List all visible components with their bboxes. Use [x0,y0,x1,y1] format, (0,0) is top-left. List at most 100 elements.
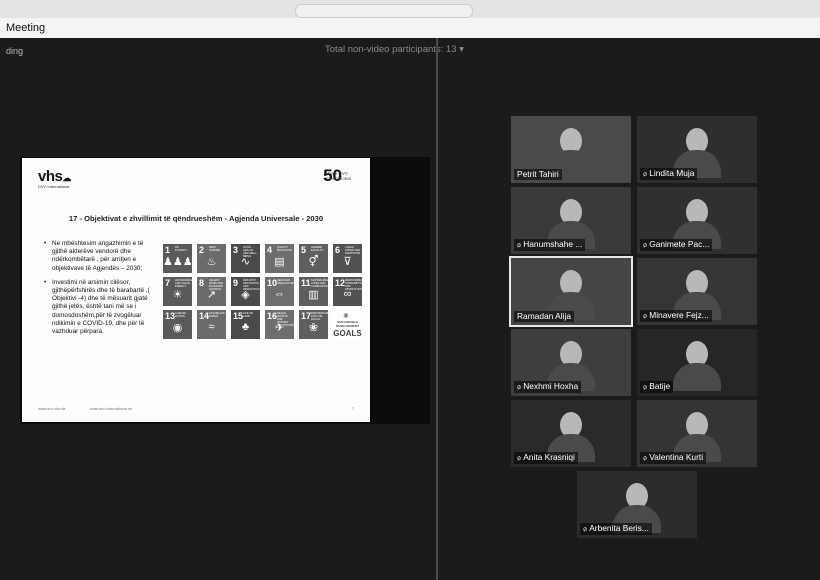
sdg-tile: 4 QUALITY EDUCATION ▤ [265,244,294,273]
sdg-tile: 16 PEACE, JUSTICE AND STRONG INSTITUTIONS… [265,310,295,339]
sdg-goal-icon: ↗ [206,289,217,301]
sdg-goal-icon: ◉ [172,322,183,334]
non-video-participants-toggle[interactable]: Total non-video participants: 13 ▾ [325,44,464,55]
sdg-label: SUSTAINABLE CITIES AND COMMUNITIES [311,279,330,288]
sdg-tile: 11 SUSTAINABLE CITIES AND COMMUNITIES ▥ [299,277,330,306]
sdg-label: GENDER EQUALITY [311,246,324,252]
sdg-number: 17 [301,311,312,321]
participant-tile[interactable]: ⌀Lindita Muja [637,116,757,183]
participant-name: Batije [649,381,671,391]
sdg-tile: 15 LIFE ON LAND ♣ [231,310,260,339]
browser-chrome [0,0,820,18]
sdg-tile: 10 REDUCED INEQUALITIES ⇔ [265,277,295,306]
participant-tile[interactable]: ⌀Nexhmi Hoxha [511,329,631,396]
participant-name-label: ⌀Arbenita Beris... [580,523,652,535]
sdg-label: NO POVERTY [175,246,188,252]
sdg-number: 6 [335,245,341,255]
participant-tile[interactable]: ⌀Arbenita Beris... [577,471,697,538]
sdg-tile: 8 DECENT WORK AND ECONOMIC GROWTH ↗ [197,277,226,306]
sdg-tile: 17 PARTNERSHIPS FOR THE GOALS ❀ [299,310,331,339]
sdg-number: 1 [165,245,171,255]
sdg-goal-icon: ⊽ [343,256,352,268]
mic-muted-icon: ⌀ [515,241,523,250]
sdg-label: PARTNERSHIPS FOR THE GOALS [311,312,331,321]
sdg-number: 11 [301,278,311,288]
sdg-goals-title: GOALS [333,329,362,338]
participant-name: Anita Krasniqi [523,452,575,462]
mic-muted-icon: ⌀ [515,454,523,463]
slide-bullets: Ne mbështesim angazhimin e të gjithë akt… [44,240,158,342]
sdg-label: REDUCED INEQUALITIES [277,279,295,285]
sdg-goal-icon: ≈ [208,321,215,333]
sdg-label: CLIMATE ACTION [175,312,187,318]
sdg-tile: 9 INDUSTRY, INNOVATION AND INFRASTRUCTURE… [231,277,267,306]
sdg-label: CLEAN WATER AND SANITATION [345,246,361,255]
participant-name: Nexhmi Hoxha [523,381,579,391]
participant-name: Ramadan Alija [517,311,572,321]
sdg-tile: 7 AFFORDABLE AND CLEAN ENERGY ☀ [163,277,192,306]
sdg-tile: 1 NO POVERTY ♟♟♟ [163,244,193,273]
mic-muted-icon: ⌀ [515,383,523,392]
participant-tile[interactable]: ⌀Hanumshahe ... [511,187,631,254]
sdg-tile: 12 RESPONSIBLE CONSUMPTION AND PRODUCTION… [333,277,364,306]
participant-name: Arbenita Beris... [589,523,649,533]
window-titlebar: Meeting [0,18,820,38]
mic-muted-icon: ⌀ [641,454,649,463]
sdg-label: LIFE ON LAND [243,312,254,318]
sdg-number: 9 [233,278,239,288]
sdg-goal-icon: ☀ [172,289,183,301]
recording-label: ding [6,46,24,56]
sdg-number: 8 [199,278,205,288]
mic-muted-icon: ⌀ [641,241,649,250]
participant-tile[interactable]: Ramadan Alija [509,256,633,327]
vhs-logo: vhs☁ [38,168,71,185]
participant-tile[interactable]: ⌀Anita Krasniqi [511,400,631,467]
participant-name-label: Ramadan Alija [514,311,575,322]
participant-tile[interactable]: ⌀Batije [637,329,757,396]
dvv-anniversary-subtitle: Years DVV International [326,171,351,181]
sdg-tile: 2 ZERO HUNGER ♨ [197,244,226,273]
sdg-goal-icon: ♨ [206,256,217,268]
participant-tile[interactable]: ⌀Minavere Fejz... [637,258,757,325]
sdg-tile: 14 LIFE BELOW WATER ≈ [197,310,226,339]
sdg-label: QUALITY EDUCATION [277,246,293,252]
browser-tab-pill[interactable] [295,4,473,18]
participant-tile[interactable]: Petrit Tahiri [511,116,631,183]
mic-muted-icon: ⌀ [641,383,649,392]
sdg-wheel-icon: ✺ [343,313,349,320]
sdg-tile: 5 GENDER EQUALITY ⚥ [299,244,328,273]
sdg-goal-icon: ∿ [240,256,251,268]
sdg-number: 5 [301,245,307,255]
sdg-goal-icon: ▤ [274,256,285,268]
participant-name-label: ⌀Nexhmi Hoxha [514,381,582,393]
participant-name-label: ⌀Lindita Muja [640,168,698,180]
sdg-tile: 6 CLEAN WATER AND SANITATION ⊽ [333,244,362,273]
participant-name: Valentina Kurti [649,452,704,462]
split-divider[interactable] [436,38,438,580]
slide-bullet: Investimi në arsimin cilësor, gjithëpërf… [44,279,158,336]
participant-name-label: Petrit Tahiri [514,169,562,180]
sdg-label: LIFE BELOW WATER [209,312,225,318]
shared-slide: vhs☁ DVV International 50 Years DVV Inte… [22,158,370,422]
participant-name-label: ⌀Batije [640,381,674,393]
slide-page-number: 7 [351,407,354,411]
participant-name: Hanumshahe ... [523,239,583,249]
participant-name: Ganimete Pac... [649,239,710,249]
participant-name: Lindita Muja [649,168,695,178]
sdg-goal-icon: ❀ [308,322,319,334]
sdg-goal-icon: ♣ [241,321,250,333]
slide-bullet: Ne mbështesim angazhimin e të gjithë akt… [44,240,158,273]
participant-tile[interactable]: ⌀Valentina Kurti [637,400,757,467]
participant-name-label: ⌀Minavere Fejz... [640,310,712,322]
caret-down-icon: ▾ [459,44,464,55]
sdg-number: 7 [165,278,171,288]
mic-muted-icon: ⌀ [581,525,589,534]
participant-name: Minavere Fejz... [649,310,709,320]
sdg-tile: 13 CLIMATE ACTION ◉ [163,310,192,339]
sdg-tile: 3 GOOD HEALTH AND WELL-BEING ∿ [231,244,260,273]
sdg-goal-icon: ▥ [308,289,319,301]
sdg-number: 16 [267,311,278,321]
participant-tile[interactable]: ⌀Ganimete Pac... [637,187,757,254]
vhs-mark-icon: ☁ [62,173,71,183]
slide-footer-mid: www.dvv-international.de [90,407,133,411]
